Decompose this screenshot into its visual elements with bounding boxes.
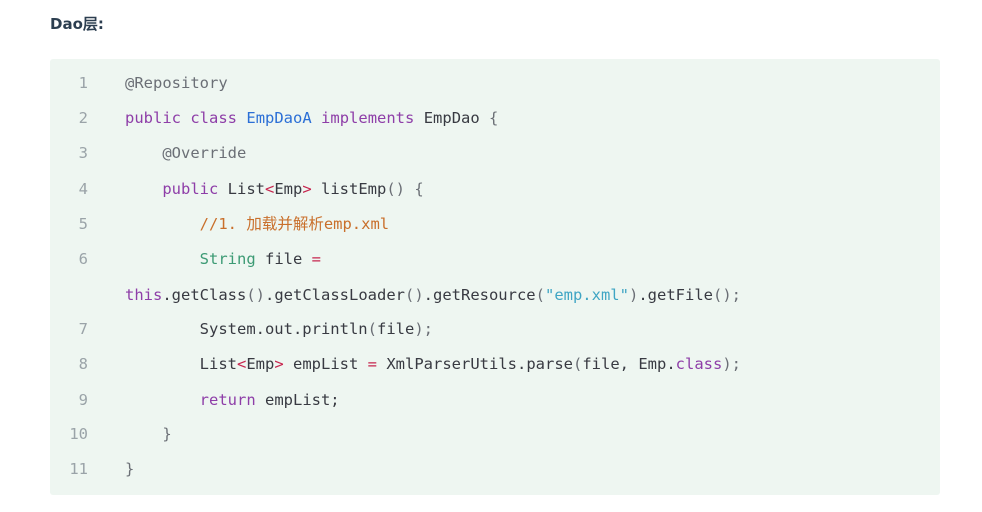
- code-token: @Repository: [125, 74, 228, 92]
- code-token: "emp.xml": [544, 286, 629, 304]
- code-text: String file =: [125, 242, 321, 277]
- code-token: class: [675, 355, 723, 373]
- code-token: (: [572, 355, 583, 373]
- code-token: (): [246, 286, 265, 304]
- code-line: 9 return empList;: [50, 383, 940, 418]
- code-token: ): [628, 286, 639, 304]
- code-token: EmpDao: [423, 109, 480, 127]
- code-text: System.out.println(file);: [125, 312, 433, 347]
- code-token: }: [162, 425, 172, 443]
- code-token: () {: [386, 180, 424, 198]
- line-number: 5: [78, 215, 88, 233]
- code-text: public class EmpDaoA implements EmpDao {: [125, 101, 498, 136]
- code-token: listEmp: [311, 180, 387, 198]
- code-token: .getResource: [423, 286, 536, 304]
- code-text: public List<Emp> listEmp() {: [125, 172, 424, 207]
- code-token: }: [125, 460, 135, 478]
- code-token: System.out.println: [199, 320, 368, 338]
- code-text: //1. 加载并解析emp.xml: [125, 207, 389, 242]
- code-token: String: [199, 250, 256, 268]
- code-token: <: [265, 180, 275, 198]
- code-text: @Override: [125, 136, 246, 171]
- code-text: @Repository: [125, 66, 228, 101]
- line-number: 3: [78, 144, 88, 162]
- code-token: file: [255, 250, 312, 268]
- code-token: public: [162, 180, 219, 198]
- code-token: empList: [283, 355, 368, 373]
- code-token: >: [302, 180, 312, 198]
- code-token: Emp: [274, 180, 303, 198]
- code-token: @Override: [162, 144, 247, 162]
- code-token: this: [125, 286, 163, 304]
- line-number: 10: [69, 425, 88, 443]
- code-token: file: [376, 320, 415, 338]
- code-token: =: [367, 355, 378, 373]
- code-text: }: [125, 452, 134, 487]
- line-number: 4: [78, 180, 88, 198]
- code-line: 4 public List<Emp> listEmp() {: [50, 172, 940, 207]
- code-token: EmpDaoA: [246, 109, 312, 127]
- code-text: }: [125, 417, 172, 452]
- code-block: 1 @Repository 2 public class EmpDaoA implem…: [50, 59, 940, 495]
- code-line: 8 List<Emp> empList = XmlParserUtils.par…: [50, 347, 940, 382]
- line-number: 1: [78, 74, 88, 92]
- code-token: List: [199, 355, 237, 373]
- code-line: 10 }: [50, 417, 940, 452]
- code-line: 5 //1. 加载并解析emp.xml: [50, 207, 940, 242]
- code-token: (: [367, 320, 377, 338]
- code-token: ();: [712, 286, 741, 304]
- section-heading: Dao层:: [50, 15, 104, 33]
- code-token: .getClassLoader: [265, 286, 405, 304]
- code-text: List<Emp> empList = XmlParserUtils.parse…: [125, 347, 741, 382]
- code-token: );: [414, 320, 433, 338]
- code-token: XmlParserUtils.parse: [377, 355, 573, 373]
- code-line: this.getClass().getClassLoader().getReso…: [50, 278, 940, 313]
- code-token: class: [190, 109, 238, 127]
- line-number: 11: [69, 460, 88, 478]
- code-token: (: [535, 286, 545, 304]
- code-token: Emp: [246, 355, 275, 373]
- code-token: );: [722, 355, 741, 373]
- line-number: 9: [78, 391, 88, 409]
- code-token: >: [274, 355, 284, 373]
- code-text: this.getClass().getClassLoader().getReso…: [125, 278, 741, 313]
- code-token: (): [404, 286, 424, 304]
- code-token: List: [218, 180, 265, 198]
- line-number: 2: [78, 109, 88, 127]
- code-token: =: [311, 250, 321, 268]
- code-token: implements: [321, 109, 415, 127]
- code-token: return: [199, 391, 256, 409]
- code-token: public: [125, 109, 181, 127]
- line-number: 6: [78, 250, 88, 268]
- code-line: 11}: [50, 452, 940, 487]
- code-token: //1. 加载并解析emp.xml: [199, 215, 390, 233]
- code-line: 3 @Override: [50, 136, 940, 171]
- code-token: empList;: [255, 391, 340, 409]
- code-text: return empList;: [125, 383, 340, 418]
- code-token: .getClass: [162, 286, 247, 304]
- code-token: .getFile: [638, 286, 713, 304]
- code-line: 2 public class EmpDaoA implements EmpDao …: [50, 101, 940, 136]
- code-line: 1 @Repository: [50, 66, 940, 101]
- code-token: file, Emp.: [582, 355, 676, 373]
- code-token: {: [489, 109, 499, 127]
- line-number: 8: [78, 355, 88, 373]
- line-number: 7: [78, 320, 88, 338]
- code-line: 7 System.out.println(file);: [50, 312, 940, 347]
- code-line: 6 String file =: [50, 242, 940, 277]
- code-token: <: [236, 355, 247, 373]
